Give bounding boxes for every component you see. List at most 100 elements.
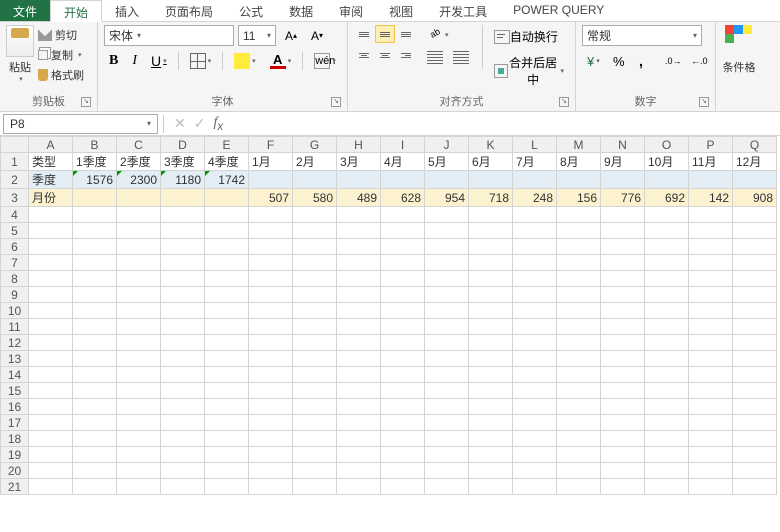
tab-file[interactable]: 文件 — [0, 0, 50, 21]
cell[interactable] — [425, 207, 469, 223]
cell[interactable] — [293, 223, 337, 239]
cell[interactable] — [205, 303, 249, 319]
cell[interactable] — [733, 415, 777, 431]
cell[interactable] — [161, 223, 205, 239]
row-header[interactable]: 20 — [1, 463, 29, 479]
cell[interactable] — [425, 399, 469, 415]
cell[interactable] — [601, 171, 645, 189]
cell[interactable]: 2季度 — [117, 153, 161, 171]
cell[interactable] — [689, 223, 733, 239]
row-header[interactable]: 2 — [1, 171, 29, 189]
cell[interactable] — [601, 351, 645, 367]
cell[interactable] — [117, 223, 161, 239]
cell[interactable] — [645, 287, 689, 303]
cell[interactable] — [337, 479, 381, 495]
cell[interactable] — [161, 207, 205, 223]
font-color-button[interactable]: A▾ — [265, 50, 297, 72]
cell[interactable] — [249, 351, 293, 367]
column-header[interactable]: J — [425, 137, 469, 153]
cell[interactable] — [205, 255, 249, 271]
cell[interactable] — [645, 447, 689, 463]
cell[interactable] — [161, 287, 205, 303]
cell[interactable] — [645, 303, 689, 319]
cell[interactable] — [205, 351, 249, 367]
enter-icon[interactable]: ✓ — [194, 115, 206, 132]
cell[interactable] — [601, 463, 645, 479]
cell[interactable]: 季度 — [29, 171, 73, 189]
cell[interactable] — [513, 447, 557, 463]
cell[interactable] — [557, 255, 601, 271]
cell[interactable] — [29, 319, 73, 335]
cell[interactable] — [733, 479, 777, 495]
cell[interactable] — [557, 303, 601, 319]
cell[interactable] — [337, 207, 381, 223]
orientation-button[interactable]: ▾ — [422, 25, 474, 45]
cell[interactable] — [249, 303, 293, 319]
cell[interactable] — [29, 399, 73, 415]
cell[interactable] — [381, 335, 425, 351]
column-header[interactable]: O — [645, 137, 689, 153]
cell[interactable] — [249, 223, 293, 239]
cell[interactable] — [689, 399, 733, 415]
cell[interactable] — [293, 255, 337, 271]
cell[interactable]: 月份 — [29, 189, 73, 207]
decrease-decimal-button[interactable] — [686, 50, 710, 72]
cell[interactable] — [733, 367, 777, 383]
cell[interactable] — [73, 479, 117, 495]
cell[interactable] — [249, 255, 293, 271]
cell[interactable]: 489 — [337, 189, 381, 207]
formula-input[interactable] — [231, 115, 780, 133]
cell[interactable] — [73, 399, 117, 415]
cell[interactable]: 692 — [645, 189, 689, 207]
cell[interactable]: 1季度 — [73, 153, 117, 171]
cell[interactable] — [205, 367, 249, 383]
tab-home[interactable]: 开始 — [50, 0, 102, 22]
cell[interactable] — [689, 287, 733, 303]
cell[interactable] — [469, 463, 513, 479]
cancel-icon[interactable]: ✕ — [174, 115, 186, 132]
row-header[interactable]: 10 — [1, 303, 29, 319]
cell[interactable] — [117, 207, 161, 223]
cell[interactable] — [645, 479, 689, 495]
merge-center-button[interactable]: 合并后居中▾ — [489, 51, 569, 91]
cell[interactable] — [689, 271, 733, 287]
align-middle-button[interactable] — [375, 25, 395, 43]
tab-view[interactable]: 视图 — [376, 0, 426, 21]
select-all-corner[interactable] — [1, 137, 29, 153]
cell[interactable] — [689, 415, 733, 431]
conditional-format-button[interactable]: 条件格 — [723, 59, 756, 75]
cell[interactable] — [117, 271, 161, 287]
cell[interactable] — [249, 463, 293, 479]
cell[interactable] — [73, 351, 117, 367]
number-format-combo[interactable]: 常规▾ — [582, 25, 702, 46]
cell[interactable] — [29, 303, 73, 319]
cell[interactable] — [557, 171, 601, 189]
column-header[interactable]: F — [249, 137, 293, 153]
row-header[interactable]: 21 — [1, 479, 29, 495]
dialog-launcher-icon[interactable]: ↘ — [331, 97, 341, 107]
cell[interactable] — [381, 399, 425, 415]
cell[interactable] — [73, 319, 117, 335]
cell[interactable] — [73, 367, 117, 383]
cell[interactable] — [293, 351, 337, 367]
cell[interactable] — [117, 335, 161, 351]
cell[interactable] — [425, 415, 469, 431]
cell[interactable] — [557, 431, 601, 447]
cell[interactable] — [205, 335, 249, 351]
row-header[interactable]: 16 — [1, 399, 29, 415]
cell[interactable] — [337, 447, 381, 463]
cell[interactable] — [205, 479, 249, 495]
cell[interactable]: 156 — [557, 189, 601, 207]
cell[interactable] — [601, 399, 645, 415]
cell[interactable] — [513, 335, 557, 351]
cell[interactable] — [249, 415, 293, 431]
name-box[interactable]: P8▾ — [3, 114, 158, 134]
cell[interactable] — [469, 303, 513, 319]
cell[interactable] — [425, 335, 469, 351]
align-bottom-button[interactable] — [396, 25, 416, 43]
cell[interactable] — [293, 303, 337, 319]
cell[interactable] — [733, 223, 777, 239]
cell[interactable] — [689, 367, 733, 383]
cell[interactable] — [293, 463, 337, 479]
cell[interactable] — [513, 479, 557, 495]
